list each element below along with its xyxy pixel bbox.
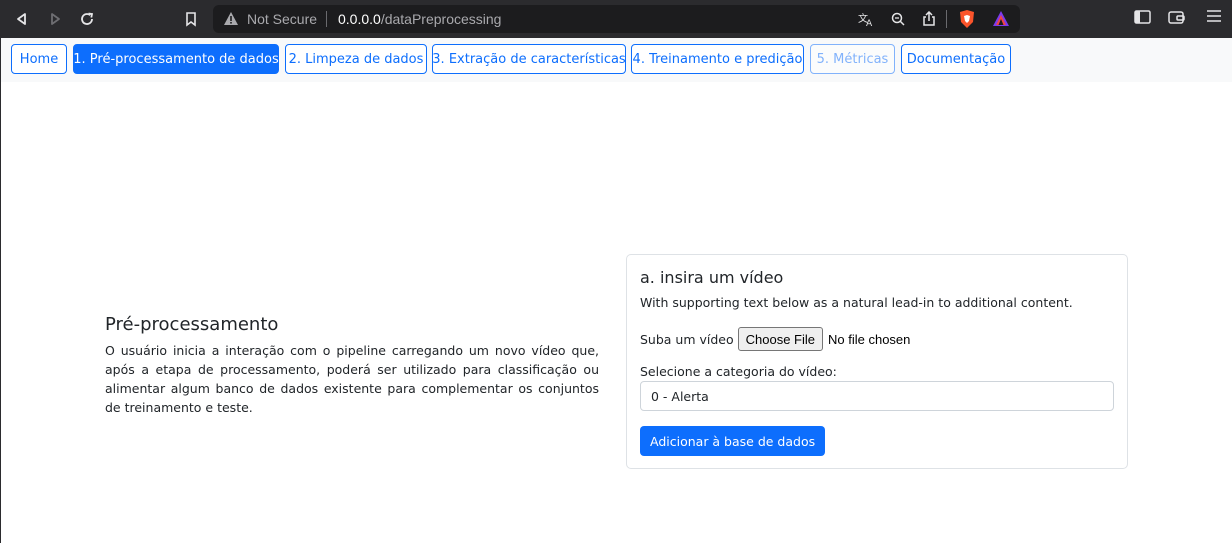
url-divider bbox=[326, 11, 327, 27]
add-to-database-button[interactable]: Adicionar à base de dados bbox=[640, 426, 826, 456]
file-status: No file chosen bbox=[828, 331, 911, 347]
nav-preprocessing-button[interactable]: 1. Pré-processamento de dados bbox=[73, 44, 279, 74]
url-path: /dataPreprocessing bbox=[380, 11, 502, 27]
choose-file-button[interactable]: Choose File bbox=[737, 327, 824, 351]
url-text: 0.0.0.0/dataPreprocessing bbox=[338, 11, 501, 27]
category-label: Selecione a categoria do vídeo: bbox=[640, 364, 837, 379]
url-host: 0.0.0.0 bbox=[338, 11, 381, 27]
wallet-icon[interactable] bbox=[1168, 9, 1185, 25]
svg-text:A: A bbox=[866, 19, 873, 27]
card-title: a. insira um vídeo bbox=[640, 268, 784, 287]
reload-icon[interactable] bbox=[77, 9, 97, 29]
page-edge bbox=[0, 38, 1, 543]
address-bar[interactable]: Not Secure 0.0.0.0/dataPreprocessing 文A bbox=[213, 5, 1020, 33]
brave-rewards-icon[interactable] bbox=[992, 10, 1010, 27]
upload-label: Suba um vídeo bbox=[640, 331, 734, 347]
translate-icon[interactable]: 文A bbox=[858, 11, 874, 27]
nav-training-button[interactable]: 4. Treinamento e predição bbox=[631, 44, 804, 74]
nav-home-button[interactable]: Home bbox=[11, 44, 67, 74]
back-icon[interactable] bbox=[12, 9, 32, 29]
section-title: Pré-processamento bbox=[105, 314, 279, 335]
not-secure-label: Not Secure bbox=[247, 11, 318, 27]
sidebar-icon[interactable] bbox=[1134, 9, 1151, 25]
nav-feature-extraction-button[interactable]: 3. Extração de características bbox=[432, 44, 626, 74]
card-text: With supporting text below as a natural … bbox=[640, 295, 1073, 310]
nav-metrics-button: 5. Métricas bbox=[810, 44, 895, 74]
warning-icon bbox=[223, 11, 239, 26]
top-nav: Home 1. Pré-processamento de dados 2. Li… bbox=[1, 38, 1232, 82]
nav-cleaning-button[interactable]: 2. Limpeza de dados bbox=[285, 44, 427, 74]
url-divider-right bbox=[946, 10, 947, 28]
browser-toolbar: Not Secure 0.0.0.0/dataPreprocessing 文A bbox=[0, 0, 1232, 38]
category-select-value: 0 - Alerta bbox=[651, 388, 709, 404]
nav-documentation-button[interactable]: Documentação bbox=[901, 44, 1011, 74]
upload-card: a. insira um vídeo With supporting text … bbox=[626, 254, 1128, 469]
share-icon[interactable] bbox=[921, 11, 937, 27]
bookmark-icon[interactable] bbox=[181, 9, 201, 29]
category-select[interactable]: 0 - Alerta bbox=[640, 381, 1114, 411]
forward-icon[interactable] bbox=[45, 9, 65, 29]
zoom-icon[interactable] bbox=[890, 11, 906, 27]
section-description: O usuário inicia a interação com o pipel… bbox=[105, 343, 599, 415]
upload-row: Suba um vídeo Choose File No file chosen bbox=[640, 327, 910, 351]
brave-shields-icon[interactable] bbox=[958, 9, 976, 29]
menu-icon[interactable] bbox=[1206, 9, 1222, 23]
